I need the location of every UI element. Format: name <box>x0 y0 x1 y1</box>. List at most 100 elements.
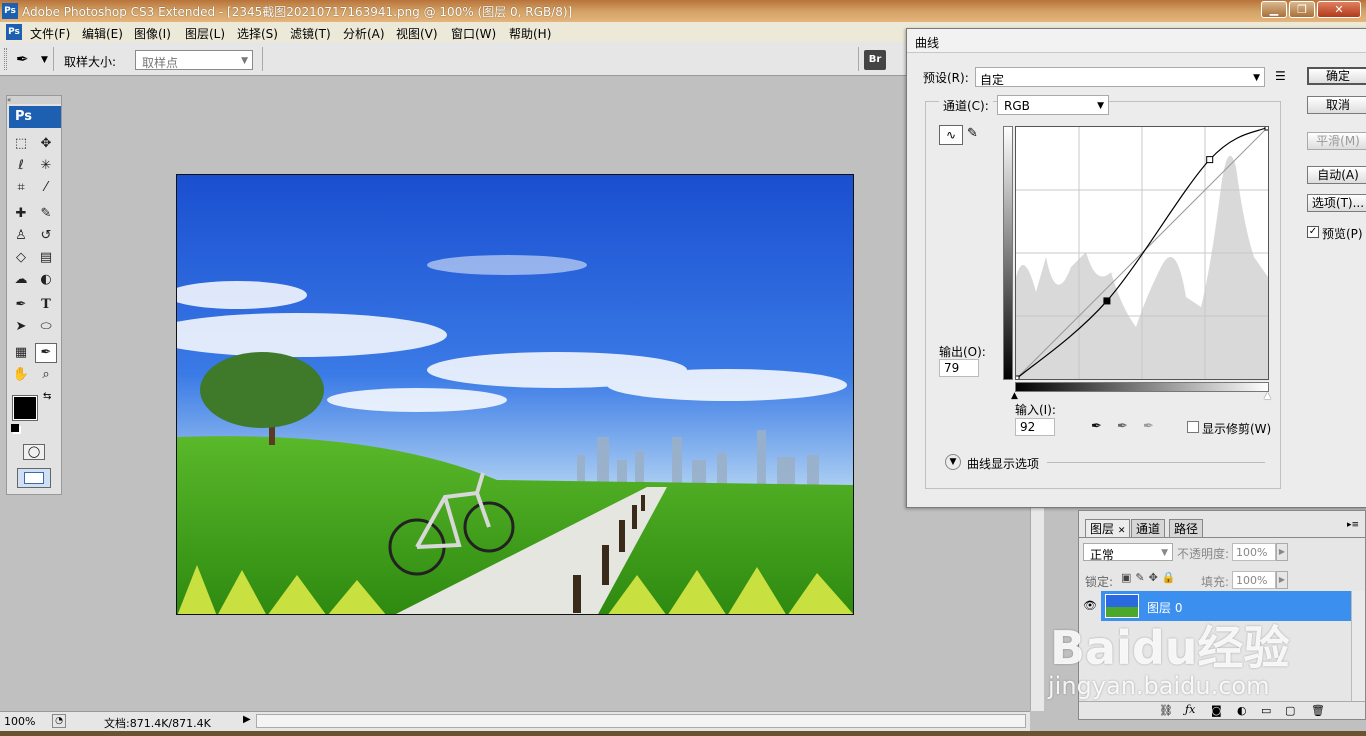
options-button[interactable]: 选项(T)... <box>1307 194 1366 212</box>
blend-mode-select[interactable]: 正常 ▼ <box>1083 543 1173 562</box>
black-eyedropper-icon[interactable]: ✒ <box>1091 419 1102 434</box>
menu-window[interactable]: 窗口(W) <box>451 25 496 42</box>
zoom-tool-icon[interactable]: ⌕ <box>35 365 57 385</box>
clone-stamp-tool-icon[interactable]: ♙ <box>10 226 32 246</box>
hand-tool-icon[interactable]: ✋ <box>10 365 32 385</box>
zoom-level[interactable]: 100% <box>4 715 35 728</box>
close-button[interactable]: ✕ <box>1317 1 1361 18</box>
menu-image[interactable]: 图像(I) <box>134 25 171 42</box>
new-group-icon[interactable]: ▭ <box>1261 704 1271 717</box>
curve-point[interactable] <box>1206 156 1214 164</box>
menu-view[interactable]: 视图(V) <box>396 25 438 42</box>
crop-tool-icon[interactable]: ⌗ <box>10 178 32 198</box>
menu-filter[interactable]: 滤镜(T) <box>290 25 331 42</box>
delete-layer-icon[interactable]: 🗑 <box>1311 704 1325 717</box>
curve-pencil-icon[interactable]: ✎ <box>967 126 978 141</box>
eyedropper-tool-icon[interactable]: ✒ <box>35 343 57 363</box>
preset-select[interactable]: 自定 ▼ <box>975 67 1265 87</box>
document-menu-icon[interactable]: Ps <box>6 24 22 40</box>
maximize-button[interactable]: ❐ <box>1289 1 1315 18</box>
notes-tool-icon[interactable]: ▦ <box>10 343 32 363</box>
curve-graph[interactable] <box>1012 123 1272 383</box>
history-brush-tool-icon[interactable]: ↺ <box>35 226 57 246</box>
preview-checkbox[interactable]: ✓ <box>1307 226 1319 238</box>
options-grip[interactable] <box>4 48 7 70</box>
black-point-slider-icon[interactable]: ▲ <box>1011 391 1018 401</box>
menu-analysis[interactable]: 分析(A) <box>343 25 385 42</box>
tab-layers[interactable]: 图层 ✕ <box>1085 519 1131 537</box>
sample-size-select[interactable]: 取样点 ▼ <box>135 50 253 70</box>
pen-tool-icon[interactable]: ✒ <box>10 295 32 315</box>
magic-wand-tool-icon[interactable]: ✳ <box>35 156 57 176</box>
layer-mask-icon[interactable]: ◙ <box>1211 704 1222 717</box>
ok-button[interactable]: 确定 <box>1307 67 1366 85</box>
menu-layer[interactable]: 图层(L) <box>185 25 225 42</box>
bridge-button[interactable]: Br <box>864 50 886 70</box>
menu-edit[interactable]: 编辑(E) <box>82 25 123 42</box>
link-layers-icon[interactable]: ⛓ <box>1159 704 1173 717</box>
gradient-tool-icon[interactable]: ▤ <box>35 248 57 268</box>
default-colors-icon[interactable] <box>11 424 19 432</box>
quick-mask-icon[interactable]: ◯ <box>23 444 45 460</box>
eyedropper-tool-preset-icon[interactable]: ✒ <box>16 50 29 68</box>
status-menu-arrow-icon[interactable]: ▶ <box>243 714 251 725</box>
tab-channels[interactable]: 通道 <box>1131 519 1166 537</box>
smooth-button[interactable]: 平滑(M) <box>1307 132 1366 150</box>
panel-menu-icon[interactable]: ▸≡ <box>1347 520 1359 530</box>
curve-point-active[interactable] <box>1103 297 1111 305</box>
curve-point[interactable] <box>1264 123 1272 131</box>
menu-select[interactable]: 选择(S) <box>237 25 278 42</box>
minimize-button[interactable]: ▁ <box>1261 1 1287 18</box>
output-field[interactable]: 79 <box>939 359 979 377</box>
slice-tool-icon[interactable]: ⁄ <box>35 178 57 198</box>
menu-file[interactable]: 文件(F) <box>30 25 70 42</box>
tab-paths[interactable]: 路径 <box>1169 519 1204 537</box>
auto-button[interactable]: 自动(A) <box>1307 166 1366 184</box>
layers-scrollbar[interactable] <box>1351 591 1365 701</box>
lock-options-icon[interactable]: ▣✎✥🔒 <box>1121 571 1180 584</box>
curve-display-options-label[interactable]: 曲线显示选项 <box>967 455 1039 472</box>
input-field[interactable]: 92 <box>1015 418 1055 436</box>
brush-tool-icon[interactable]: ✎ <box>35 204 57 224</box>
blur-tool-icon[interactable]: ☁ <box>10 270 32 290</box>
show-clipping-checkbox[interactable] <box>1187 421 1199 433</box>
close-icon[interactable]: ✕ <box>1118 526 1126 536</box>
new-layer-icon[interactable]: ▢ <box>1285 704 1295 717</box>
curve-edit-points-icon[interactable]: ∿ <box>939 125 963 145</box>
swap-colors-icon[interactable]: ⇆ <box>43 391 51 402</box>
dodge-tool-icon[interactable]: ◐ <box>35 270 57 290</box>
preset-options-icon[interactable]: ☰ <box>1275 69 1286 83</box>
adjustment-layer-icon[interactable]: ◐ <box>1237 704 1247 717</box>
layer-style-icon[interactable]: ƒx <box>1185 703 1195 716</box>
lasso-tool-icon[interactable]: ℓ <box>10 156 32 176</box>
path-selection-tool-icon[interactable]: ➤ <box>10 317 32 337</box>
chevron-down-icon[interactable]: ▼ <box>41 55 48 65</box>
marquee-tool-icon[interactable]: ⬚ <box>10 134 32 154</box>
white-point-slider-icon[interactable]: ▲ <box>1264 391 1271 401</box>
channel-select[interactable]: RGB ▼ <box>997 95 1109 115</box>
dialog-title-bar[interactable]: 曲线 <box>907 29 1366 53</box>
screen-mode-icon[interactable] <box>17 468 51 488</box>
eraser-tool-icon[interactable]: ◇ <box>10 248 32 268</box>
status-info-icon[interactable]: ◔ <box>52 714 66 728</box>
healing-brush-tool-icon[interactable]: ✚ <box>10 204 32 224</box>
ellipse-tool-icon[interactable]: ⬭ <box>35 317 57 337</box>
fill-field[interactable]: 100% <box>1232 571 1276 589</box>
type-tool-icon[interactable]: T <box>35 295 57 315</box>
horizontal-scrollbar[interactable] <box>256 714 1026 728</box>
white-eyedropper-icon[interactable]: ✒ <box>1143 419 1154 434</box>
opacity-slider-arrow-icon[interactable]: ▶ <box>1276 543 1288 561</box>
taskbar <box>0 731 1366 736</box>
toolbox-grip[interactable]: « <box>7 96 61 104</box>
foreground-color-swatch[interactable] <box>12 395 38 421</box>
curve-point[interactable] <box>1012 375 1020 383</box>
document-canvas[interactable] <box>176 174 854 615</box>
cancel-button[interactable]: 取消 <box>1307 96 1366 114</box>
gray-eyedropper-icon[interactable]: ✒ <box>1117 419 1128 434</box>
options-divider <box>858 47 859 71</box>
expand-options-icon[interactable]: ▼ <box>945 454 961 470</box>
fill-slider-arrow-icon[interactable]: ▶ <box>1276 571 1288 589</box>
move-tool-icon[interactable]: ✥ <box>35 134 57 154</box>
opacity-field[interactable]: 100% <box>1232 543 1276 561</box>
menu-help[interactable]: 帮助(H) <box>509 25 551 42</box>
